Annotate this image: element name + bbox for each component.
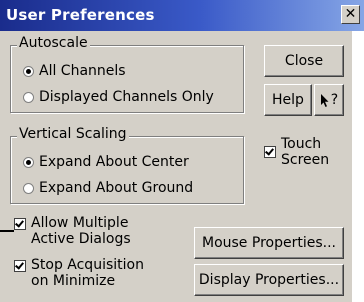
radio-selected-icon (23, 156, 34, 168)
radio-expand-ground-label: Expand About Ground (39, 180, 194, 196)
radio-expand-about-center[interactable]: Expand About Center (23, 154, 189, 170)
display-properties-button[interactable]: Display Properties... (194, 264, 344, 296)
arrow-cursor-icon (320, 93, 329, 107)
help-button[interactable]: Help (264, 84, 312, 116)
radio-expand-center-label: Expand About Center (39, 154, 189, 170)
pointer-question-icon: ? (320, 92, 338, 108)
radio-selected-icon (23, 65, 34, 77)
vertical-scaling-legend: Vertical Scaling (17, 126, 129, 142)
annotation-leader-line (0, 230, 14, 232)
touch-screen-label: Touch Screen (281, 136, 329, 168)
close-icon[interactable]: ✕ (341, 5, 360, 24)
autoscale-legend: Autoscale (17, 35, 90, 51)
checkbox-checked-icon (14, 260, 26, 272)
radio-displayed-channels-label: Displayed Channels Only (39, 89, 214, 105)
touch-screen-label-line1: Touch (281, 136, 322, 152)
whats-this-button[interactable]: ? (314, 84, 344, 116)
dialog-client-area: Autoscale All Channels Displayed Channel… (0, 31, 352, 302)
touch-screen-label-line2: Screen (281, 152, 330, 168)
allow-multiple-dialogs-checkbox[interactable]: Allow Multiple Active Dialogs (14, 215, 131, 247)
close-button[interactable]: Close (264, 45, 344, 77)
dialog-title: User Preferences (6, 6, 155, 24)
radio-unselected-icon (23, 91, 34, 103)
stop-acquisition-label: Stop Acquisition on Minimize (31, 257, 144, 289)
radio-unselected-icon (23, 182, 34, 194)
mouse-properties-button[interactable]: Mouse Properties... (194, 227, 344, 259)
allow-multiple-label-line1: Allow Multiple (31, 215, 129, 231)
checkbox-checked-icon (14, 218, 26, 230)
question-mark-glyph: ? (330, 92, 339, 108)
stop-acquisition-label-line2: on Minimize (31, 273, 116, 289)
vertical-scaling-group: Vertical Scaling Expand About Center Exp… (10, 126, 244, 204)
touch-screen-checkbox[interactable]: Touch Screen (264, 136, 329, 168)
stop-acquisition-label-line1: Stop Acquisition (31, 257, 144, 273)
radio-displayed-channels-only[interactable]: Displayed Channels Only (23, 89, 214, 105)
checkbox-checked-icon (264, 146, 276, 158)
title-bar[interactable]: User Preferences ✕ (0, 0, 364, 31)
radio-all-channels[interactable]: All Channels (23, 63, 126, 79)
radio-expand-about-ground[interactable]: Expand About Ground (23, 180, 193, 196)
autoscale-group: Autoscale All Channels Displayed Channel… (10, 35, 244, 113)
stop-acquisition-checkbox[interactable]: Stop Acquisition on Minimize (14, 257, 144, 289)
radio-all-channels-label: All Channels (39, 63, 126, 79)
allow-multiple-label-line2: Active Dialogs (31, 231, 131, 247)
user-preferences-dialog: User Preferences ✕ Autoscale All Channel… (0, 0, 364, 302)
allow-multiple-label: Allow Multiple Active Dialogs (31, 215, 131, 247)
